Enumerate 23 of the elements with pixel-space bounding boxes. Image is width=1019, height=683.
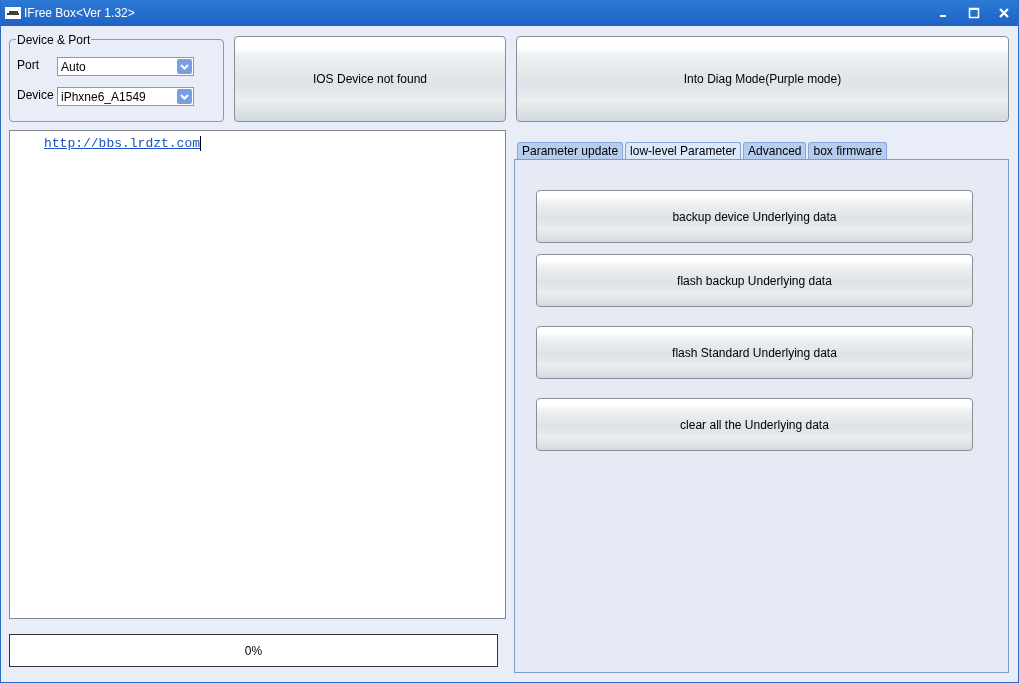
tab[interactable]: low-level Parameter <box>625 142 742 159</box>
group-title: Device & Port <box>16 33 92 47</box>
diag-mode-button[interactable]: Into Diag Mode(Purple mode) <box>516 36 1009 122</box>
tab[interactable]: box firmware <box>808 142 888 159</box>
action-button[interactable]: clear all the Underlying data <box>536 398 973 451</box>
tab[interactable]: Parameter update <box>517 142 624 159</box>
port-label: Port <box>17 58 40 72</box>
app-logo-icon <box>5 7 21 19</box>
device-dropdown[interactable]: iPhxne6_A1549 <box>57 87 194 106</box>
close-icon[interactable] <box>998 7 1010 19</box>
website-link[interactable]: http://bbs.lrdzt.com <box>44 136 201 151</box>
port-dropdown[interactable]: Auto <box>57 57 194 76</box>
chevron-down-icon <box>177 59 192 74</box>
action-button[interactable]: flash Standard Underlying data <box>536 326 973 379</box>
tab[interactable]: Advanced <box>743 142 807 159</box>
action-button[interactable]: flash backup Underlying data <box>536 254 973 307</box>
window-title: IFree Box<Ver 1.32> <box>24 6 135 20</box>
progress-reading: 0% <box>244 643 263 658</box>
device-status-button[interactable]: IOS Device not found <box>234 36 506 122</box>
chevron-down-icon <box>177 89 192 104</box>
maximize-icon[interactable] <box>968 7 980 19</box>
device-label: Device <box>17 88 55 102</box>
action-button[interactable]: backup device Underlying data <box>536 190 973 243</box>
